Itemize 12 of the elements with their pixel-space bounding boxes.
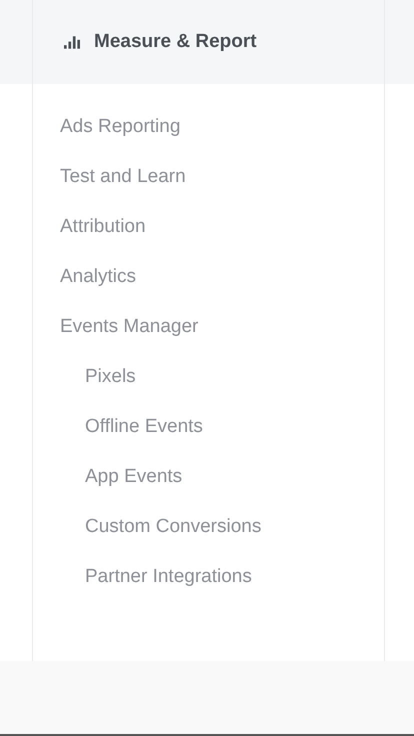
bar-chart-icon <box>64 36 80 48</box>
menu-item[interactable]: Events Manager <box>60 314 384 364</box>
submenu-item[interactable]: Offline Events <box>60 414 384 464</box>
submenu-item[interactable]: Pixels <box>60 364 384 414</box>
section-title: Measure & Report <box>94 31 257 53</box>
menu-item[interactable]: Attribution <box>60 214 384 264</box>
menu-item[interactable]: Analytics <box>60 264 384 314</box>
menu-item[interactable]: Test and Learn <box>60 164 384 214</box>
submenu-item[interactable]: App Events <box>60 464 384 514</box>
submenu-item[interactable]: Custom Conversions <box>60 514 384 564</box>
menu-item[interactable]: Ads Reporting <box>60 114 384 164</box>
submenu-item[interactable]: Partner Integrations <box>60 564 384 614</box>
